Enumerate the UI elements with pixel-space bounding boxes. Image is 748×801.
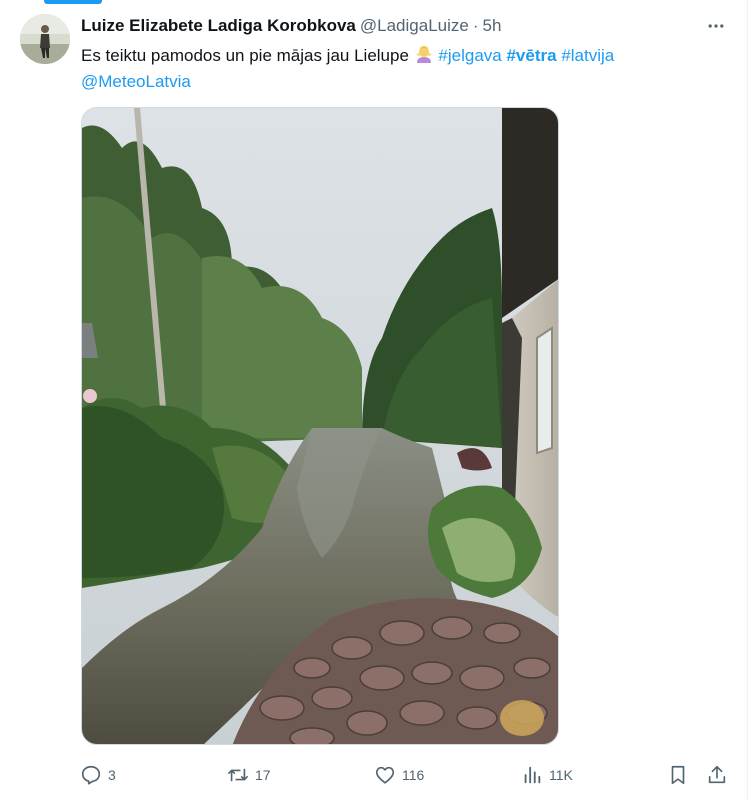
avatar-image — [20, 14, 70, 64]
tweet-media-photo[interactable] — [81, 107, 559, 745]
tweet-text: Es teiktu pamodos un pie mājas jau Lielu… — [81, 43, 721, 95]
hashtag-latvija[interactable]: #latvija — [561, 46, 614, 65]
bookmark-icon — [671, 765, 685, 785]
hashtag-vetra[interactable]: #vētra — [506, 46, 556, 65]
views-button[interactable]: 11K — [521, 760, 573, 790]
flooded-garden-photo-icon — [82, 108, 558, 744]
active-tab-indicator — [44, 0, 102, 4]
share-icon — [708, 765, 726, 784]
tweet-body-text: Es teiktu pamodos un pie mājas jau Lielu… — [81, 46, 409, 65]
separator-dot: · — [472, 16, 479, 35]
views-chart-icon — [524, 766, 541, 784]
more-dots-icon — [708, 24, 724, 28]
reply-button[interactable]: 3 — [80, 760, 116, 790]
retweet-icon — [228, 768, 248, 782]
hashtag-jelgava[interactable]: #jelgava — [438, 46, 501, 65]
like-button[interactable]: 116 — [374, 760, 424, 790]
more-options-button[interactable] — [704, 14, 728, 38]
heart-icon — [375, 766, 395, 784]
author-name[interactable]: Luize Elizabete Ladiga Korobkova — [81, 16, 356, 35]
tweet-header: Luize Elizabete Ladiga Korobkova @LadigaL… — [81, 16, 724, 38]
retweet-count: 17 — [255, 767, 271, 783]
mention-meteolatvia[interactable]: @MeteoLatvia — [81, 72, 191, 91]
avatar[interactable] — [20, 14, 70, 64]
retweet-button[interactable]: 17 — [227, 760, 271, 790]
bookmark-button[interactable] — [667, 760, 689, 790]
views-count: 11K — [549, 767, 573, 783]
reply-count: 3 — [108, 767, 116, 783]
tweet-actions: 3 17 116 11K — [80, 760, 730, 790]
reply-icon — [81, 765, 101, 785]
share-button[interactable] — [706, 760, 728, 790]
person-shrugging-emoji-icon — [415, 46, 432, 63]
like-count: 116 — [402, 767, 425, 783]
tweet-time[interactable]: 5h — [483, 16, 502, 35]
author-handle[interactable]: @LadigaLuize — [360, 16, 469, 35]
